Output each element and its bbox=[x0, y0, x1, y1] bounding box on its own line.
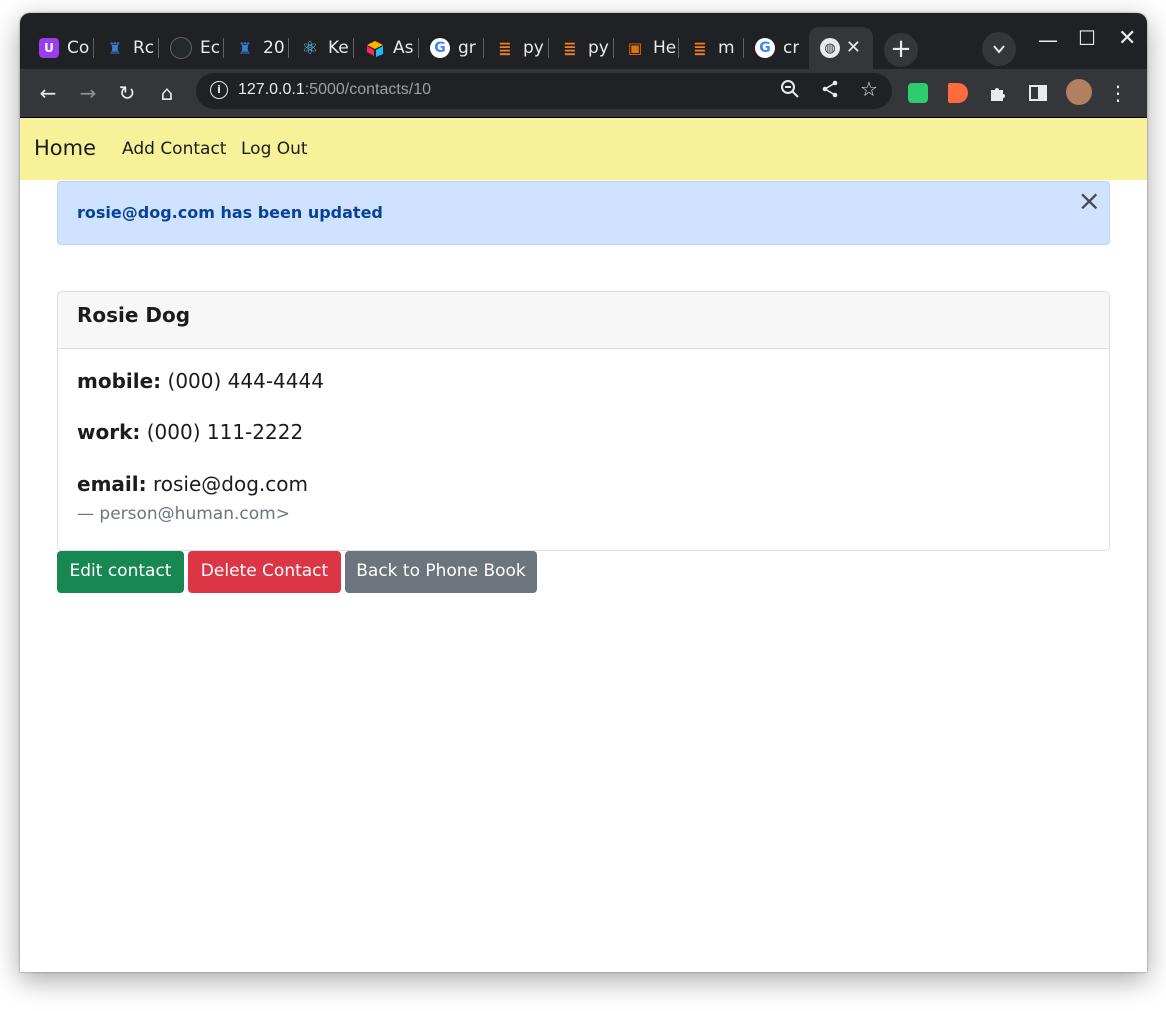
tab-title: 20 bbox=[263, 38, 285, 58]
work-field: work: (000) 111-2222 bbox=[77, 420, 303, 444]
tab-title: As bbox=[393, 38, 414, 58]
tab-title: Rc bbox=[133, 38, 155, 58]
close-window-icon[interactable]: ✕ bbox=[1118, 26, 1136, 51]
tab-title: Ke bbox=[328, 38, 349, 58]
tab-7[interactable]: G gr bbox=[419, 27, 484, 69]
extension-green-icon[interactable] bbox=[908, 83, 928, 103]
tab-3[interactable]: Ec bbox=[159, 27, 224, 69]
react-icon: ⚛ bbox=[301, 37, 319, 59]
tab-10[interactable]: ▣ He bbox=[614, 27, 679, 69]
email-field: email: rosie@dog.com bbox=[77, 472, 308, 496]
mobile-value: (000) 444-4444 bbox=[167, 369, 324, 393]
tab-4[interactable]: ♜ 20 bbox=[224, 27, 289, 69]
back-icon[interactable]: ← bbox=[34, 79, 62, 107]
nav-link-add-contact[interactable]: Add Contact bbox=[122, 139, 226, 159]
work-label: work: bbox=[77, 420, 141, 444]
work-value: (000) 111-2222 bbox=[146, 420, 304, 444]
owner-footer: — person@human.com> bbox=[77, 504, 290, 524]
u-icon: U bbox=[39, 38, 59, 58]
airtable-icon bbox=[365, 38, 385, 58]
forward-icon[interactable]: → bbox=[74, 79, 102, 107]
flash-alert: rosie@dog.com has been updated × bbox=[57, 181, 1110, 245]
tab-title: cr bbox=[783, 38, 800, 58]
close-icon[interactable]: × bbox=[1078, 186, 1101, 216]
browser-toolbar: ← → ↻ ⌂ i 127.0.0.1:5000/contacts/10 ☆ ⋮ bbox=[20, 69, 1147, 117]
nav-brand-home[interactable]: Home bbox=[34, 136, 96, 160]
side-panel-icon[interactable] bbox=[1028, 83, 1048, 103]
minimize-icon[interactable]: — bbox=[1038, 28, 1058, 52]
maximize-icon[interactable]: ☐ bbox=[1078, 26, 1096, 50]
bookmark-star-icon[interactable]: ☆ bbox=[860, 77, 878, 101]
tab-title: py bbox=[523, 38, 544, 58]
card-header: Rosie Dog bbox=[58, 292, 1109, 349]
mobile-label: mobile: bbox=[77, 369, 162, 393]
tab-title: He bbox=[653, 38, 677, 58]
tab-title: m bbox=[718, 38, 735, 58]
extensions-puzzle-icon[interactable] bbox=[988, 83, 1008, 103]
tab-1[interactable]: U Co bbox=[28, 27, 94, 69]
tab-13-active[interactable]: ◍ ✕ bbox=[809, 27, 873, 69]
tab-title: Co bbox=[67, 38, 90, 58]
stackoverflow-icon: ≣ bbox=[498, 38, 512, 58]
stackoverflow-icon: ≣ bbox=[563, 38, 577, 58]
nav-link-log-out[interactable]: Log Out bbox=[241, 139, 308, 159]
back-to-phone-book-button[interactable]: Back to Phone Book bbox=[345, 551, 537, 593]
new-tab-button[interactable]: + bbox=[884, 33, 918, 67]
menu-kebab-icon[interactable]: ⋮ bbox=[1104, 79, 1132, 107]
tab-6[interactable]: As bbox=[354, 27, 419, 69]
tab-11[interactable]: ≣ m bbox=[679, 27, 744, 69]
alert-message: rosie@dog.com has been updated bbox=[77, 203, 383, 222]
github-icon bbox=[170, 37, 192, 59]
edit-contact-button[interactable]: Edit contact bbox=[57, 551, 184, 593]
email-label: email: bbox=[77, 472, 147, 496]
google-icon: G bbox=[430, 38, 450, 58]
tab-search-button[interactable] bbox=[982, 32, 1016, 66]
info-icon[interactable]: i bbox=[210, 81, 228, 99]
browser-window: U Co ♜ Rc Ec ♜ 20 ⚛ Ke As G gr ≣ py ≣ py… bbox=[20, 13, 1147, 972]
tab-2[interactable]: ♜ Rc bbox=[94, 27, 159, 69]
email-value: rosie@dog.com bbox=[152, 472, 308, 496]
python-bottle-icon: ♜ bbox=[107, 38, 123, 58]
close-tab-icon[interactable]: ✕ bbox=[846, 37, 861, 58]
tab-9[interactable]: ≣ py bbox=[549, 27, 614, 69]
person-icon: ▣ bbox=[627, 39, 643, 57]
contact-card: Rosie Dog mobile: (000) 444-4444 work: (… bbox=[57, 291, 1110, 551]
extension-megaphone-icon[interactable] bbox=[948, 83, 968, 103]
stackoverflow-icon: ≣ bbox=[693, 38, 707, 58]
zoom-icon[interactable] bbox=[780, 79, 800, 104]
tab-title: py bbox=[588, 38, 609, 58]
home-icon[interactable]: ⌂ bbox=[153, 79, 181, 107]
delete-contact-button[interactable]: Delete Contact bbox=[188, 551, 341, 593]
contact-name: Rosie Dog bbox=[77, 303, 191, 327]
globe-icon: ◍ bbox=[820, 38, 840, 58]
tab-8[interactable]: ≣ py bbox=[484, 27, 549, 69]
tab-12[interactable]: G cr bbox=[744, 27, 809, 69]
share-icon[interactable] bbox=[820, 79, 840, 104]
tab-title: gr bbox=[458, 38, 476, 58]
url-text[interactable]: 127.0.0.1:5000/contacts/10 bbox=[238, 81, 431, 99]
chevron-down-icon bbox=[993, 45, 1005, 54]
google-icon: G bbox=[755, 38, 775, 58]
profile-avatar[interactable] bbox=[1066, 79, 1092, 105]
tab-5[interactable]: ⚛ Ke bbox=[289, 27, 354, 69]
reload-icon[interactable]: ↻ bbox=[113, 79, 141, 107]
page-content: Home Add Contact Log Out rosie@dog.com h… bbox=[20, 117, 1147, 972]
mobile-field: mobile: (000) 444-4444 bbox=[77, 369, 324, 393]
site-navbar: Home Add Contact Log Out bbox=[20, 117, 1147, 180]
python-bottle-icon: ♜ bbox=[237, 38, 253, 58]
address-bar[interactable]: i 127.0.0.1:5000/contacts/10 ☆ bbox=[196, 73, 892, 109]
tab-strip: U Co ♜ Rc Ec ♜ 20 ⚛ Ke As G gr ≣ py ≣ py… bbox=[20, 13, 1147, 69]
tab-title: Ec bbox=[200, 38, 221, 58]
